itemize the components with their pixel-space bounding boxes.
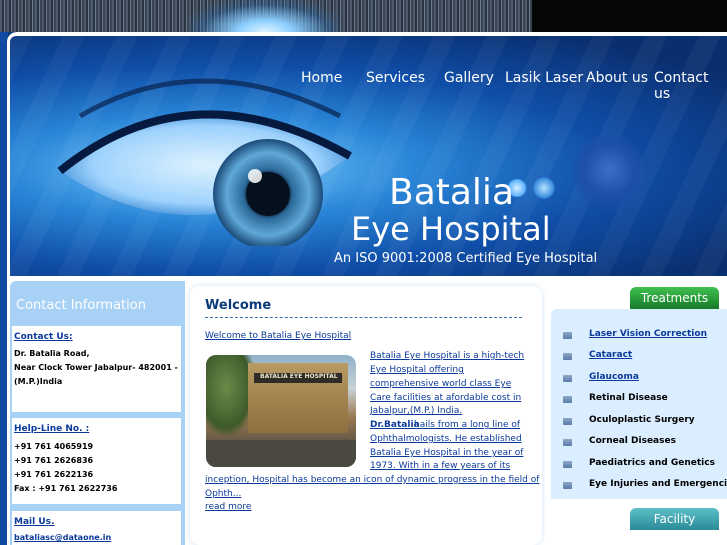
address-line: (M.P.)India (14, 377, 63, 386)
treatment-label[interactable]: Laser Vision Correction (589, 329, 707, 339)
read-more-link[interactable]: read more (205, 502, 251, 512)
photo-ground (206, 440, 356, 467)
intro-text-line[interactable]: Ophth... (205, 489, 241, 499)
address-box: Contact Us: Dr. Batalia Road, Near Clock… (12, 326, 181, 412)
bullet-icon (563, 439, 572, 446)
main-nav: Home Services Gallery Lasik Laser About … (0, 70, 727, 102)
saint-portrait (573, 134, 645, 214)
bullet-icon (563, 396, 572, 403)
treatments-tab-label: Treatments (640, 291, 709, 305)
doctor-name-link[interactable]: Dr.Batalia (370, 420, 420, 430)
treatment-label[interactable]: Corneal Diseases (589, 436, 676, 446)
welcome-title: Welcome (205, 298, 272, 313)
intro-text-line[interactable]: 1973. With in a few years of its (370, 461, 510, 471)
top-dark-block (532, 0, 727, 32)
hero-title-line2: Eye Hospital (351, 210, 551, 248)
helpline-number: +91 761 2622136 (14, 470, 94, 479)
intro-text-line[interactable]: Batalia Eye Hospital in the year of (370, 448, 523, 458)
address-line: Near Clock Tower Jabalpur- 482001 - (14, 363, 178, 372)
hero-subtitle: An ISO 9001:2008 Certified Eye Hospital (334, 251, 598, 266)
intro-text-line[interactable]: Eye Hospital offering (370, 365, 464, 375)
intro-text-line[interactable]: Jabalpur,(M.P.) India. (370, 406, 462, 416)
bullet-icon (563, 353, 572, 360)
treatment-label[interactable]: Glaucoma (589, 372, 639, 382)
fax-number: Fax : +91 761 2622736 (14, 484, 118, 493)
welcome-link[interactable]: Welcome to Batalia Eye Hospital (205, 331, 351, 341)
treatment-label[interactable]: Paediatrics and Genetics (589, 458, 715, 468)
contact-heading: Contact Information (16, 298, 146, 313)
address-label[interactable]: Contact Us: (14, 332, 73, 342)
treatment-label[interactable]: Cataract (589, 350, 632, 360)
photo-sign: BATALIA EYE HOSPITAL (254, 373, 342, 383)
bullet-icon (563, 482, 572, 489)
intro-text-line[interactable]: Ophthalmologists. He established (370, 434, 522, 444)
helpline-box: Help-Line No. : +91 761 4065919 +91 761 … (12, 418, 181, 504)
bullet-icon (563, 375, 572, 382)
eye-illustration (57, 78, 352, 246)
mail-address-link[interactable]: bataliasc@dataone.in (14, 533, 111, 542)
intro-text-line[interactable]: Batalia Eye Hospital is a high-tech (370, 351, 524, 361)
nav-lasik-laser[interactable]: Lasik Laser (505, 70, 583, 86)
hero-title-line1: Batalia (389, 172, 514, 213)
mail-label[interactable]: Mail Us. (14, 517, 54, 527)
bullet-icon (563, 461, 572, 468)
facility-tab-label: Facility (653, 512, 696, 526)
intro-text-line[interactable]: comprehensive world class Eye (370, 379, 511, 389)
welcome-divider (205, 317, 522, 318)
bullet-icon (563, 332, 572, 339)
intro-text-line[interactable]: hails from a long line of (414, 420, 520, 430)
nav-home[interactable]: Home (301, 70, 342, 86)
treatment-label[interactable]: Oculoplastic Surgery (589, 415, 695, 425)
top-decorative-strip (0, 0, 727, 32)
photo-sign-text: BATALIA EYE HOSPITAL (260, 373, 338, 380)
nav-about-us[interactable]: About us (586, 70, 648, 86)
helpline-number: +91 761 2626836 (14, 456, 94, 465)
nav-services[interactable]: Services (366, 70, 425, 86)
hospital-photo: BATALIA EYE HOSPITAL (206, 355, 356, 467)
treatment-label[interactable]: Retinal Disease (589, 393, 668, 403)
nav-contact-us[interactable]: Contact us (654, 70, 727, 102)
contact-sidebar (10, 281, 185, 545)
intro-text-line[interactable]: inception, Hospital has become an icon o… (205, 475, 539, 485)
address-line: Dr. Batalia Road, (14, 349, 90, 358)
facility-tab[interactable]: Facility (630, 508, 719, 530)
helpline-label[interactable]: Help-Line No. : (14, 424, 89, 434)
bullet-icon (563, 418, 572, 425)
nav-gallery[interactable]: Gallery (444, 70, 494, 86)
mail-box: Mail Us. bataliasc@dataone.in (12, 511, 181, 545)
intro-text-line[interactable]: Care facilities at afordable cost in (370, 393, 521, 403)
top-glow (190, 0, 340, 32)
treatment-label[interactable]: Eye Injuries and Emergencies (589, 479, 727, 489)
treatments-tab: Treatments (630, 287, 719, 309)
bokeh-light (533, 177, 555, 199)
helpline-number: +91 761 4065919 (14, 442, 94, 451)
